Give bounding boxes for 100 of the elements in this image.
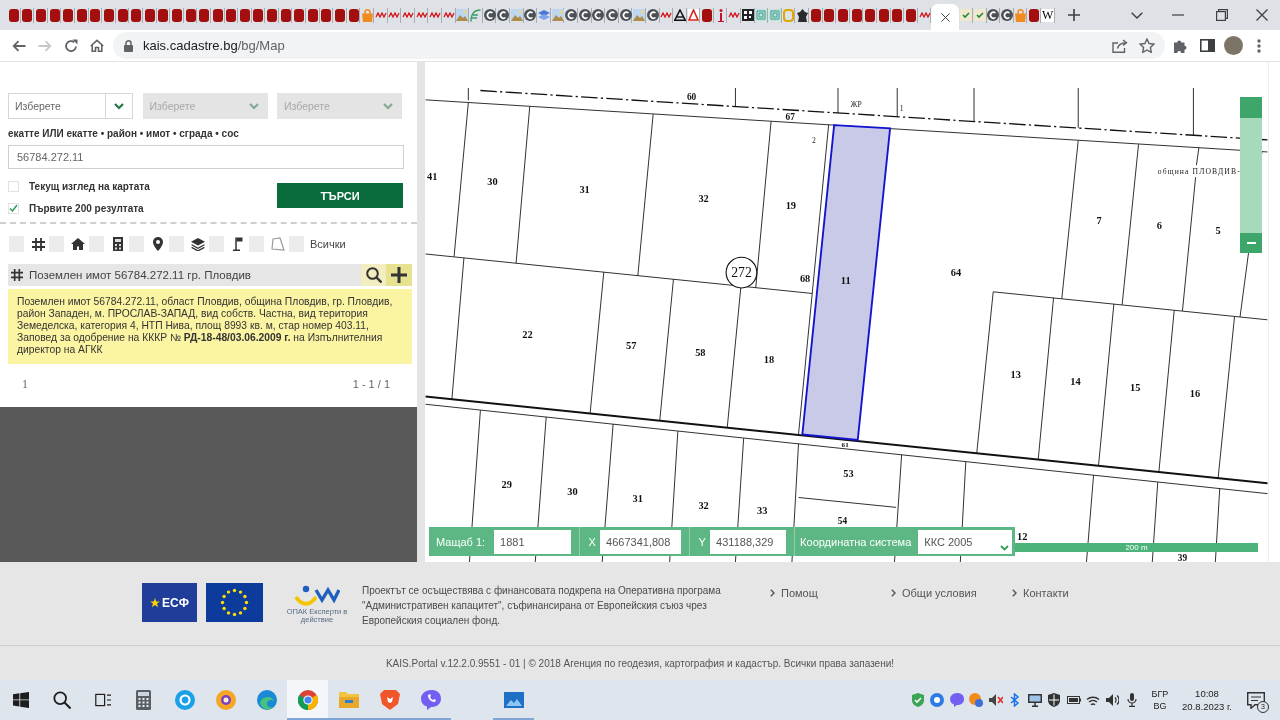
profile-avatar[interactable] [1223, 36, 1243, 55]
new-tab-icon[interactable] [1067, 9, 1080, 21]
spiral-icon[interactable] [605, 9, 618, 21]
spiral-icon[interactable] [987, 9, 1000, 21]
home-icon[interactable] [90, 39, 104, 52]
chevron-down-icon[interactable] [1131, 11, 1143, 19]
tile-icon[interactable] [321, 8, 332, 22]
tile-icon[interactable] [906, 8, 916, 22]
layers-icon[interactable] [191, 237, 205, 251]
tile-icon[interactable] [117, 8, 128, 22]
building-icon[interactable] [113, 237, 123, 251]
tile-icon[interactable] [335, 8, 346, 22]
spiral-icon[interactable] [483, 9, 496, 21]
tile-icon[interactable] [267, 8, 278, 22]
reload-icon[interactable] [64, 38, 78, 53]
checkbox[interactable] [8, 202, 19, 214]
coordinate-system-select[interactable]: ККС 2005 [918, 529, 1013, 554]
tile-icon[interactable] [131, 8, 142, 22]
zoom-out-button[interactable] [1240, 233, 1262, 253]
tile-icon[interactable] [239, 8, 250, 22]
grid-icon[interactable] [31, 237, 45, 251]
squiggle-icon[interactable] [374, 12, 387, 18]
close-icon[interactable] [1256, 9, 1268, 21]
result-title[interactable]: Поземлен имот 56784.272.11 гр. Пловдив [29, 269, 251, 281]
speaker-icon[interactable] [1106, 693, 1120, 707]
selected-parcel[interactable] [801, 124, 892, 441]
clock-button[interactable]: 10:08 20.8.2023 г. [1176, 687, 1238, 713]
monitor-icon[interactable] [1027, 693, 1042, 707]
share-icon[interactable] [1112, 38, 1128, 53]
tile-icon[interactable] [865, 8, 876, 22]
spiral-icon[interactable] [592, 9, 605, 21]
spiral-icon[interactable] [1000, 9, 1013, 21]
shield-icon[interactable] [1047, 693, 1062, 707]
result-header[interactable]: Поземлен имот 56784.272.11 гр. Пловдив [8, 264, 412, 286]
tile-icon[interactable] [307, 8, 318, 22]
spiral-icon[interactable] [646, 9, 659, 21]
dropdown[interactable]: Изберете [8, 93, 133, 119]
tile-icon[interactable] [226, 8, 237, 22]
squiggle-icon[interactable] [388, 12, 401, 18]
microphone-icon[interactable] [1126, 693, 1139, 707]
tile-icon[interactable] [253, 8, 264, 22]
polygon-icon[interactable] [271, 237, 285, 251]
tile-icon[interactable] [199, 8, 210, 22]
bookmark-star-icon[interactable] [1139, 38, 1155, 53]
lock-icon[interactable] [124, 39, 133, 52]
tile-icon[interactable] [824, 8, 835, 22]
checkbox-label[interactable]: Първите 200 резултата [29, 202, 144, 214]
tile-icon[interactable] [810, 8, 821, 22]
zoom-to-button[interactable] [361, 264, 386, 286]
spiral-icon[interactable] [619, 9, 632, 21]
checkbox-label[interactable]: Текущ изглед на картата [29, 180, 150, 192]
favicon-letter[interactable]: W [1041, 8, 1055, 22]
battery-icon[interactable] [1066, 696, 1081, 704]
tile-icon[interactable] [212, 8, 223, 22]
tile-icon[interactable] [158, 8, 169, 22]
tile-icon[interactable] [185, 8, 196, 22]
tile-icon[interactable] [22, 8, 33, 22]
pin-icon[interactable] [153, 237, 163, 251]
spiral-icon[interactable] [578, 9, 591, 21]
squiggle-icon[interactable] [429, 12, 442, 18]
close-icon[interactable] [940, 12, 950, 22]
tile-icon[interactable] [1029, 8, 1040, 22]
search-button[interactable]: ТЪРСИ [277, 183, 403, 208]
tile-icon[interactable] [63, 8, 74, 22]
tile-icon[interactable] [49, 8, 60, 22]
scale-field[interactable]: 1881 [494, 529, 572, 554]
spiral-icon[interactable] [524, 9, 537, 21]
tile-icon[interactable] [348, 8, 359, 22]
triangle-icon[interactable] [688, 9, 699, 21]
squiggle-icon[interactable] [402, 12, 414, 18]
tile-icon[interactable] [171, 8, 182, 22]
tile-icon[interactable] [838, 8, 848, 22]
search-field[interactable]: 56784.272.11 [8, 145, 404, 169]
menu-icon[interactable] [1257, 38, 1261, 53]
two-circles-icon[interactable] [969, 693, 984, 707]
restore-icon[interactable] [1215, 9, 1228, 21]
puzzle-icon[interactable] [1174, 38, 1188, 53]
tile-icon[interactable] [878, 8, 889, 22]
check-card-icon[interactable] [973, 9, 986, 21]
tile-icon[interactable] [294, 8, 305, 22]
muted-speaker-icon[interactable] [988, 693, 1003, 707]
crest-icon[interactable] [796, 8, 808, 22]
tile-icon[interactable] [144, 8, 155, 22]
footer-link[interactable]: Помощ [770, 587, 818, 599]
tile-icon[interactable] [702, 8, 713, 22]
ring-icon[interactable] [930, 693, 945, 707]
address-bar[interactable]: kais.cadastre.bg/bg/Map [113, 32, 1165, 59]
chat-bubble-icon[interactable] [949, 693, 964, 707]
add-button[interactable] [386, 264, 412, 286]
qr-code-icon[interactable] [741, 9, 754, 21]
squiggle-icon[interactable] [918, 12, 931, 18]
language-button[interactable]: БГР BG [1146, 688, 1174, 712]
tile-icon[interactable] [851, 8, 862, 22]
checkbox[interactable] [8, 180, 19, 192]
home-icon[interactable] [71, 238, 85, 250]
notification-icon[interactable] [1247, 691, 1265, 709]
footer-link[interactable]: Контакти [1012, 587, 1069, 599]
spiral-icon[interactable] [565, 9, 578, 21]
tile-icon[interactable] [892, 8, 903, 22]
info-icon[interactable] [717, 8, 724, 22]
